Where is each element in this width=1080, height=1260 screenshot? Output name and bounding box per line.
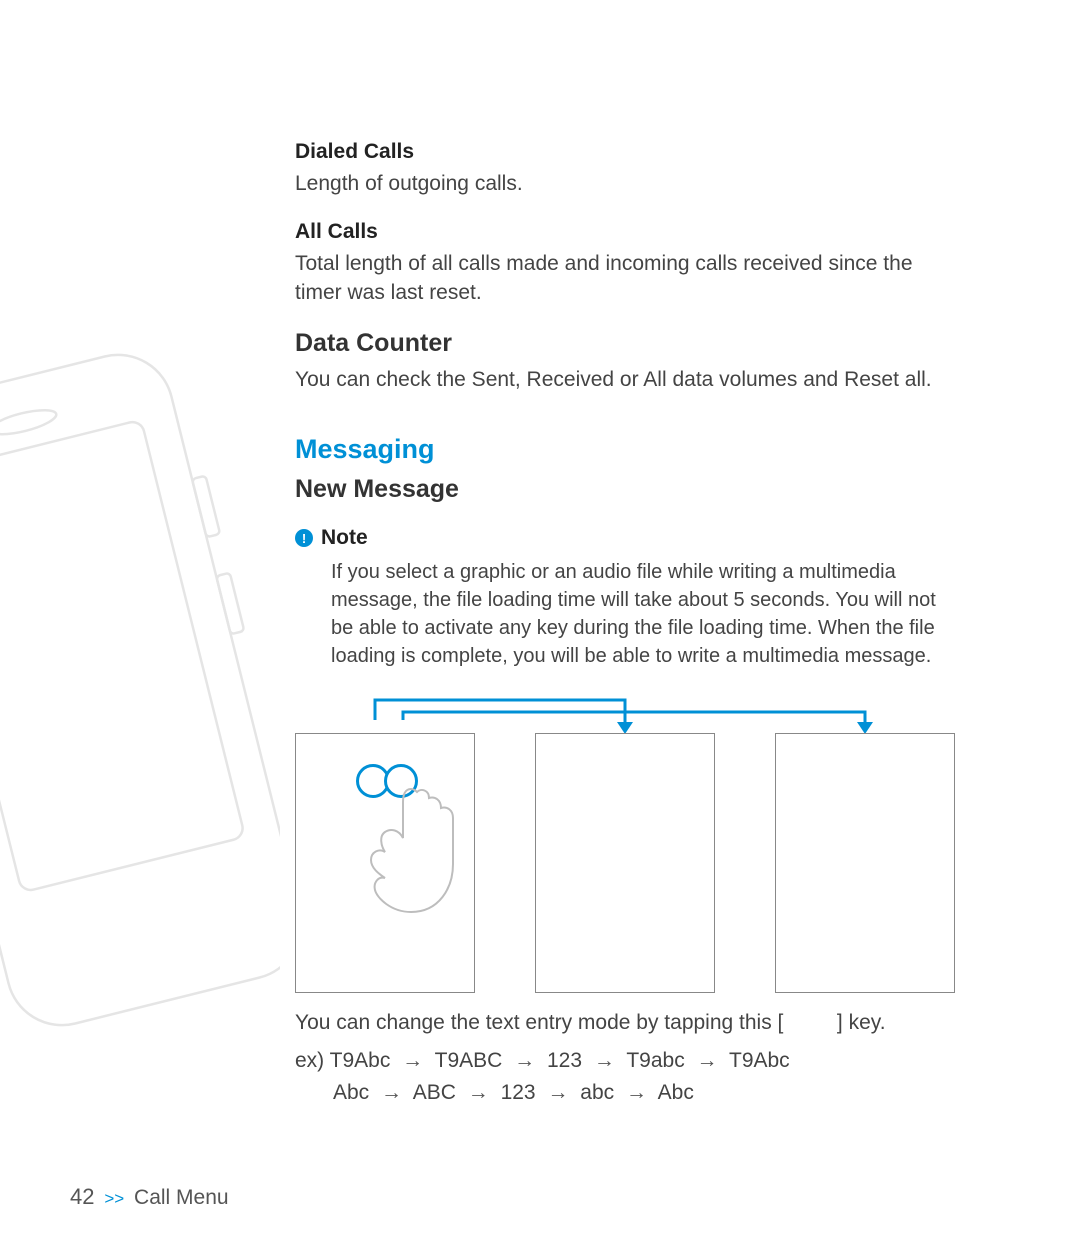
info-icon: ! xyxy=(295,529,313,547)
example-seq-1: T9Abc → T9ABC → 123 → T9abc → T9Abc xyxy=(330,1049,790,1072)
note-label: Note xyxy=(321,526,368,550)
example-seq-2: Abc → ABC → 123 → abc → Abc xyxy=(295,1077,694,1110)
text-all-calls: Total length of all calls made and incom… xyxy=(295,250,955,307)
tap-post: ] key. xyxy=(837,1011,886,1034)
page-number: 42 xyxy=(70,1184,94,1209)
heading-messaging: Messaging xyxy=(295,434,955,465)
tap-instruction: You can change the text entry mode by ta… xyxy=(295,1008,955,1038)
phone-outline-illustration xyxy=(0,330,280,1080)
text-dialed-calls: Length of outgoing calls. xyxy=(295,170,955,198)
hand-pointer-icon xyxy=(351,774,471,924)
note-body: If you select a graphic or an audio file… xyxy=(331,558,951,670)
diagram-panel-1 xyxy=(295,733,475,993)
diagram-panel-3 xyxy=(775,733,955,993)
heading-data-counter: Data Counter xyxy=(295,329,955,358)
key-placeholder xyxy=(783,1011,837,1034)
page-content: Dialed Calls Length of outgoing calls. A… xyxy=(295,140,955,1110)
heading-dialed-calls: Dialed Calls xyxy=(295,140,955,164)
example-sequences: ex) T9Abc → T9ABC → 123 → T9abc → T9Abc … xyxy=(295,1045,955,1110)
page-footer: 42 >> Call Menu xyxy=(70,1184,229,1210)
chevron-icon: >> xyxy=(100,1189,128,1208)
breadcrumb: Call Menu xyxy=(134,1186,229,1209)
heading-all-calls: All Calls xyxy=(295,220,955,244)
text-data-counter: You can check the Sent, Received or All … xyxy=(295,366,955,394)
text-entry-mode-diagram xyxy=(295,688,955,998)
tap-pre: You can change the text entry mode by ta… xyxy=(295,1011,783,1034)
heading-new-message: New Message xyxy=(295,475,955,504)
example-prefix: ex) xyxy=(295,1049,330,1072)
diagram-panel-2 xyxy=(535,733,715,993)
note-block: ! Note If you select a graphic or an aud… xyxy=(295,526,955,670)
